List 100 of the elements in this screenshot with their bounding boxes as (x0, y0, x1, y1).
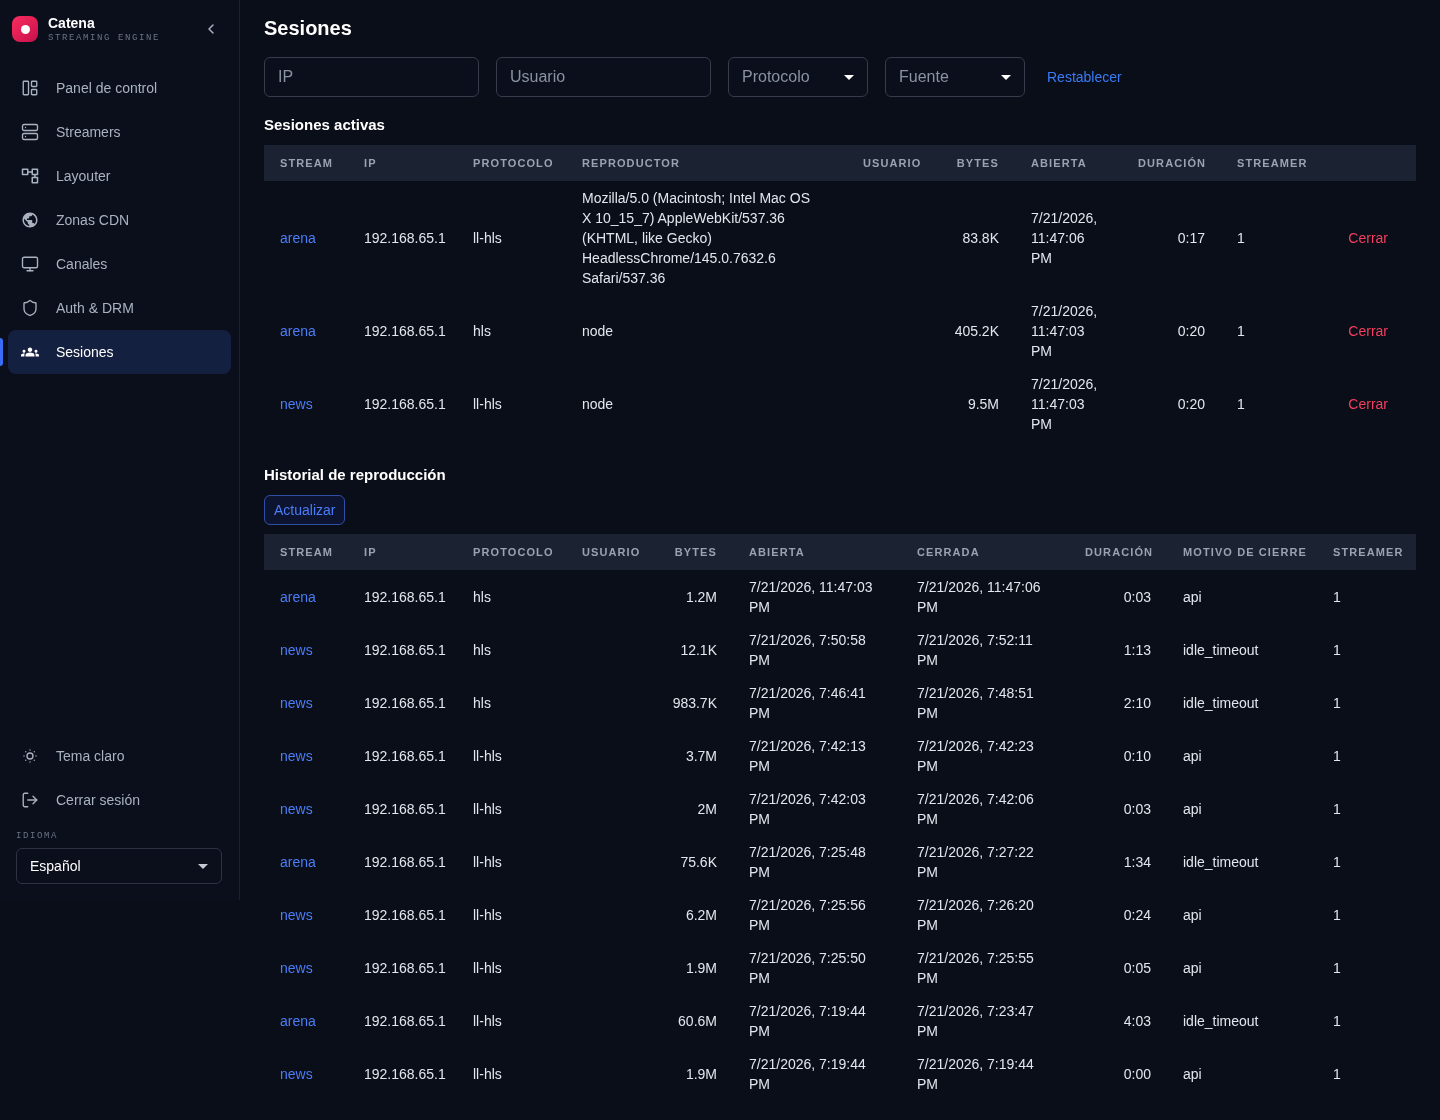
filter-input[interactable]: IP (264, 57, 479, 97)
column-header: USUARIO (581, 545, 642, 560)
table-cell-text: 7/21/2026, 7:50:58 PM (748, 630, 867, 670)
nav-item[interactable]: Panel de control (8, 66, 231, 110)
logout-icon (21, 791, 39, 809)
column-header: BYTES (673, 545, 718, 560)
table-cell-text: 7/21/2026, 7:19:44 PM (748, 1001, 867, 1041)
stream-link[interactable]: arena (280, 322, 316, 339)
column-header: IP (363, 545, 378, 560)
globe-icon (21, 211, 39, 229)
table-cell-text: 7/21/2026, 7:19:44 PM (748, 1054, 867, 1094)
column-header: REPRODUCTOR (581, 156, 682, 171)
nav-item[interactable]: Zonas CDN (8, 198, 231, 242)
stream-link[interactable]: news (280, 959, 313, 976)
table-cell-text: 1 (1236, 394, 1246, 414)
sun-icon (21, 747, 39, 765)
table-cell-text: 0:20 (1176, 394, 1206, 414)
server-icon (21, 123, 39, 141)
table-cell-text: 192.168.65.1 (363, 746, 447, 766)
nav-item[interactable]: Layouter (8, 154, 231, 198)
caret-down-icon (198, 863, 208, 869)
refresh-button[interactable]: Actualizar (264, 495, 346, 525)
column-header: STREAM (279, 156, 335, 171)
table-cell-text: node (581, 394, 615, 414)
column-header: CERRADA (916, 545, 981, 560)
table-cell-text: node (581, 321, 615, 341)
nav-item[interactable]: Canales (8, 242, 231, 286)
table-cell-text: hls (472, 321, 492, 341)
sidebar-action[interactable]: Cerrar sesión (8, 778, 231, 822)
table-cell-text: 192.168.65.1 (363, 958, 447, 978)
nav-item[interactable]: Streamers (8, 110, 231, 154)
stream-link[interactable]: news (280, 395, 313, 412)
table-cell-text: 1 (1332, 958, 1342, 978)
table-cell-text: 1:13 (1122, 640, 1152, 660)
table-cell-text: 7/21/2026, 11:47:06 PM (1030, 208, 1099, 268)
section-title: Historial de reproducción (264, 465, 446, 485)
stream-link[interactable]: news (280, 747, 313, 764)
stream-link[interactable]: arena (280, 588, 316, 605)
table-cell-text: ll-hls (472, 1011, 503, 1031)
column-header: STREAM (279, 545, 335, 560)
table-cell-text: ll-hls (472, 852, 503, 872)
reset-link[interactable]: Restablecer (1047, 67, 1122, 87)
layout-panel-icon (21, 79, 39, 97)
brand-tagline: STREAMING ENGINE (48, 31, 160, 44)
close-session-button[interactable]: Cerrar (1348, 227, 1388, 248)
table-cell-text: 7/21/2026, 7:23:47 PM (916, 1001, 1035, 1041)
table-cell-text: 7/21/2026, 11:47:03 PM (1030, 374, 1099, 434)
stream-link[interactable]: arena (280, 1012, 316, 1029)
table-cell-text: 192.168.65.1 (363, 394, 447, 414)
table-cell-text: 192.168.65.1 (363, 321, 447, 341)
monitor-icon (21, 255, 39, 273)
table-cell-text: 7/21/2026, 7:19:44 PM (916, 1054, 1035, 1094)
table-cell-text: idle_timeout (1182, 1011, 1260, 1031)
table-cell-text: ll-hls (472, 746, 503, 766)
table-cell-text: idle_timeout (1182, 852, 1260, 872)
table-cell-text: 405.2K (953, 321, 1000, 341)
stream-link[interactable]: news (280, 694, 313, 711)
stream-link[interactable]: news (280, 906, 313, 923)
sidebar-action[interactable]: Tema claro (8, 734, 231, 778)
column-header: USUARIO (862, 156, 923, 171)
filter-input[interactable]: Usuario (496, 57, 711, 97)
stream-link[interactable]: arena (280, 229, 316, 246)
nav-item[interactable]: Sesiones (8, 330, 231, 374)
table-cell-text: 0:03 (1122, 799, 1152, 819)
table-cell-text: 7/21/2026, 7:25:55 PM (916, 948, 1035, 988)
table-cell-text: 0:24 (1122, 905, 1152, 925)
table-cell-text: 83.8K (961, 228, 1000, 248)
table-cell-text: idle_timeout (1182, 640, 1260, 660)
table-cell-text: hls (472, 587, 492, 607)
table-cell-text: ll-hls (472, 394, 503, 414)
filter-select[interactable]: Fuente (885, 57, 1025, 97)
table-cell-text: 192.168.65.1 (363, 1064, 447, 1084)
active-indicator (0, 338, 3, 366)
table-cell-text: 1 (1332, 587, 1342, 607)
column-header: PROTOCOLO (472, 156, 555, 171)
table-cell-text: api (1182, 1064, 1203, 1084)
column-header: STREAMER (1236, 156, 1309, 171)
close-session-button[interactable]: Cerrar (1348, 320, 1388, 341)
section-title: Sesiones activas (264, 115, 385, 135)
table-cell-text: 6.2M (684, 905, 718, 925)
language-select[interactable]: Español (16, 848, 222, 884)
stream-link[interactable]: news (280, 641, 313, 658)
table-cell-text: 1 (1332, 693, 1342, 713)
table-cell-text: 7/21/2026, 7:42:13 PM (748, 736, 867, 776)
table-cell-text: 1:34 (1122, 852, 1152, 872)
close-session-button[interactable]: Cerrar (1348, 393, 1388, 414)
table-cell-text: 7/21/2026, 7:42:23 PM (916, 736, 1035, 776)
table-cell-text: 7/21/2026, 7:25:48 PM (748, 842, 867, 882)
table-cell-text: 1.2M (684, 587, 718, 607)
stream-link[interactable]: arena (280, 853, 316, 870)
nav-item[interactable]: Auth & DRM (8, 286, 231, 330)
table-cell-text: 2M (696, 799, 718, 819)
table-cell-text: 0:00 (1122, 1064, 1152, 1084)
table-cell-text: 1 (1332, 746, 1342, 766)
table-cell-text: 7/21/2026, 7:46:41 PM (748, 683, 867, 723)
stream-link[interactable]: news (280, 800, 313, 817)
stream-link[interactable]: news (280, 1065, 313, 1082)
filter-select[interactable]: Protocolo (728, 57, 868, 97)
caret-down-icon (844, 74, 854, 80)
column-header: STREAMER (1332, 545, 1405, 560)
